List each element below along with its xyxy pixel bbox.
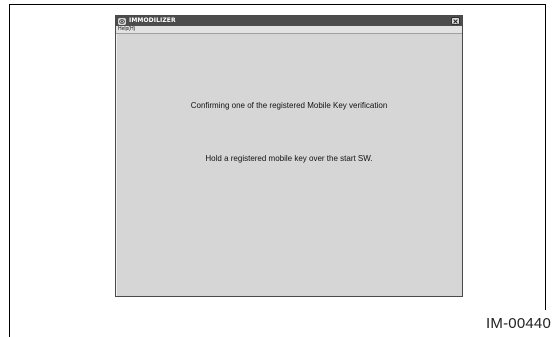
figure-page: IMMODILIZER Help(H) Confirming one of th… (0, 0, 557, 337)
frame-divider (9, 309, 10, 337)
menu-bar: Help(H) (116, 26, 462, 34)
car-key-icon (118, 17, 126, 25)
close-icon (453, 18, 458, 24)
window-client-area: Confirming one of the registered Mobile … (117, 35, 461, 295)
immobilizer-window: IMMODILIZER Help(H) Confirming one of th… (115, 15, 463, 297)
menu-item-help[interactable]: Help(H) (118, 26, 135, 33)
close-button[interactable] (451, 17, 460, 25)
title-bar[interactable]: IMMODILIZER (116, 16, 462, 26)
figure-id-label: IM-00440 (486, 315, 551, 332)
window-title: IMMODILIZER (129, 17, 176, 24)
instruction-message: Hold a registered mobile key over the st… (205, 154, 373, 163)
verification-status-message: Confirming one of the registered Mobile … (190, 101, 388, 110)
